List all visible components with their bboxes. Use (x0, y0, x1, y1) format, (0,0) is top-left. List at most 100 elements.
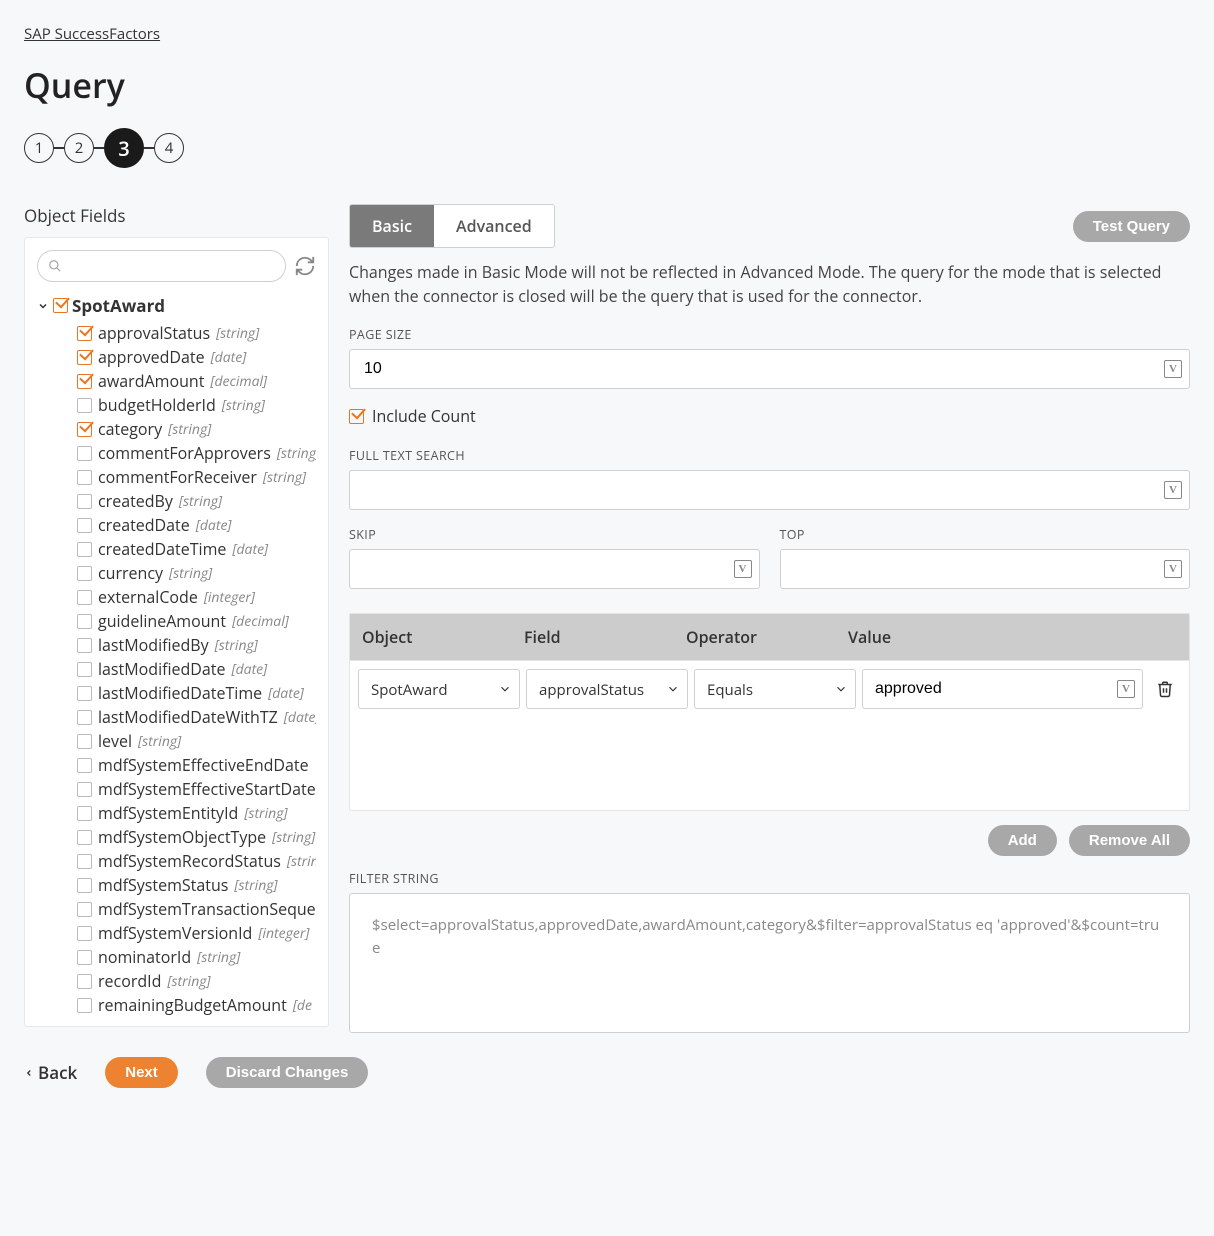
test-query-button[interactable]: Test Query (1073, 211, 1190, 242)
field-row[interactable]: externalCode [integer] (37, 585, 316, 609)
remove-all-button[interactable]: Remove All (1069, 825, 1190, 856)
field-checkbox[interactable] (77, 782, 92, 797)
field-checkbox[interactable] (77, 494, 92, 509)
tab-basic[interactable]: Basic (350, 205, 434, 247)
field-row[interactable]: lastModifiedBy [string] (37, 633, 316, 657)
field-checkbox[interactable] (77, 638, 92, 653)
field-checkbox[interactable] (77, 470, 92, 485)
delete-icon[interactable] (1156, 680, 1174, 698)
refresh-icon[interactable] (294, 255, 316, 277)
field-type: [date] (211, 348, 247, 367)
field-checkbox[interactable] (77, 590, 92, 605)
field-row[interactable]: mdfSystemTransactionSequence (37, 897, 316, 921)
field-checkbox[interactable] (77, 806, 92, 821)
variable-icon[interactable]: V (1164, 481, 1182, 499)
field-checkbox[interactable] (77, 926, 92, 941)
field-row[interactable]: recordId [string] (37, 969, 316, 993)
add-filter-button[interactable]: Add (988, 825, 1057, 856)
field-name: guidelineAmount (98, 610, 226, 632)
field-row[interactable]: mdfSystemEntityId [string] (37, 801, 316, 825)
step-1[interactable]: 1 (24, 133, 54, 163)
field-checkbox[interactable] (77, 734, 92, 749)
field-row[interactable]: createdDateTime [date] (37, 537, 316, 561)
filter-value-input[interactable] (862, 669, 1143, 709)
step-2[interactable]: 2 (64, 133, 94, 163)
field-row[interactable]: nominatorId [string] (37, 945, 316, 969)
field-row[interactable]: mdfSystemStatus [string] (37, 873, 316, 897)
skip-input[interactable] (349, 549, 760, 589)
field-row[interactable]: commentForApprovers [string] (37, 441, 316, 465)
tree-root-row[interactable]: SpotAward (37, 294, 316, 317)
field-row[interactable]: createdBy [string] (37, 489, 316, 513)
field-checkbox[interactable] (77, 326, 92, 341)
field-row[interactable]: level [string] (37, 729, 316, 753)
step-4[interactable]: 4 (154, 133, 184, 163)
field-checkbox[interactable] (77, 542, 92, 557)
next-button[interactable]: Next (105, 1057, 178, 1088)
field-row[interactable]: lastModifiedDateWithTZ [date] (37, 705, 316, 729)
field-checkbox[interactable] (77, 662, 92, 677)
field-checkbox[interactable] (77, 878, 92, 893)
field-checkbox[interactable] (77, 566, 92, 581)
variable-icon[interactable]: V (1164, 560, 1182, 578)
field-checkbox[interactable] (77, 902, 92, 917)
field-row[interactable]: guidelineAmount [decimal] (37, 609, 316, 633)
tab-advanced[interactable]: Advanced (434, 205, 554, 247)
discard-changes-button[interactable]: Discard Changes (206, 1057, 369, 1088)
field-type: [string] (234, 876, 277, 895)
filter-string-box[interactable]: $select=approvalStatus,approvedDate,awar… (349, 893, 1190, 1033)
field-row[interactable]: awardAmount [decimal] (37, 369, 316, 393)
field-checkbox[interactable] (77, 710, 92, 725)
field-checkbox[interactable] (77, 518, 92, 533)
field-type: [string] (244, 804, 287, 823)
step-3[interactable]: 3 (104, 128, 144, 168)
search-box[interactable] (37, 250, 286, 282)
field-checkbox[interactable] (77, 854, 92, 869)
variable-icon[interactable]: V (1117, 680, 1135, 698)
field-checkbox[interactable] (77, 350, 92, 365)
variable-icon[interactable]: V (734, 560, 752, 578)
field-checkbox[interactable] (77, 398, 92, 413)
include-count-checkbox[interactable] (349, 409, 364, 424)
field-row[interactable]: commentForReceiver [string] (37, 465, 316, 489)
field-row[interactable]: lastModifiedDateTime [date] (37, 681, 316, 705)
filter-object-select[interactable]: SpotAward (358, 669, 520, 709)
field-row[interactable]: remainingBudgetAmount [de (37, 993, 316, 1017)
field-row[interactable]: mdfSystemObjectType [string] (37, 825, 316, 849)
filter-field-select[interactable]: approvalStatus (526, 669, 688, 709)
field-row[interactable]: mdfSystemVersionId [integer] (37, 921, 316, 945)
field-row[interactable]: currency [string] (37, 561, 316, 585)
top-input[interactable] (780, 549, 1191, 589)
field-name: category (98, 418, 162, 440)
field-row[interactable]: approvalStatus [string] (37, 321, 316, 345)
field-row[interactable]: mdfSystemRecordStatus [string] (37, 849, 316, 873)
field-row[interactable]: createdDate [date] (37, 513, 316, 537)
field-checkbox[interactable] (77, 974, 92, 989)
breadcrumb[interactable]: SAP SuccessFactors (24, 24, 1190, 44)
field-name: currency (98, 562, 163, 584)
root-label: SpotAward (72, 294, 165, 317)
filter-operator-select[interactable]: Equals (694, 669, 856, 709)
field-checkbox[interactable] (77, 758, 92, 773)
field-type: [date] (284, 708, 316, 727)
field-row[interactable]: category [string] (37, 417, 316, 441)
field-row[interactable]: approvedDate [date] (37, 345, 316, 369)
field-checkbox[interactable] (77, 830, 92, 845)
field-checkbox[interactable] (77, 446, 92, 461)
field-row[interactable]: mdfSystemEffectiveStartDate (37, 777, 316, 801)
field-checkbox[interactable] (77, 374, 92, 389)
field-checkbox[interactable] (77, 614, 92, 629)
search-input[interactable] (68, 258, 275, 274)
full-text-input[interactable] (349, 470, 1190, 510)
page-size-input[interactable] (349, 349, 1190, 389)
field-row[interactable]: mdfSystemEffectiveEndDate (37, 753, 316, 777)
field-checkbox[interactable] (77, 998, 92, 1013)
field-checkbox[interactable] (77, 950, 92, 965)
field-row[interactable]: lastModifiedDate [date] (37, 657, 316, 681)
root-checkbox[interactable] (53, 298, 68, 313)
field-row[interactable]: budgetHolderId [string] (37, 393, 316, 417)
variable-icon[interactable]: V (1164, 360, 1182, 378)
back-button[interactable]: Back (24, 1061, 77, 1084)
field-checkbox[interactable] (77, 686, 92, 701)
field-checkbox[interactable] (77, 422, 92, 437)
